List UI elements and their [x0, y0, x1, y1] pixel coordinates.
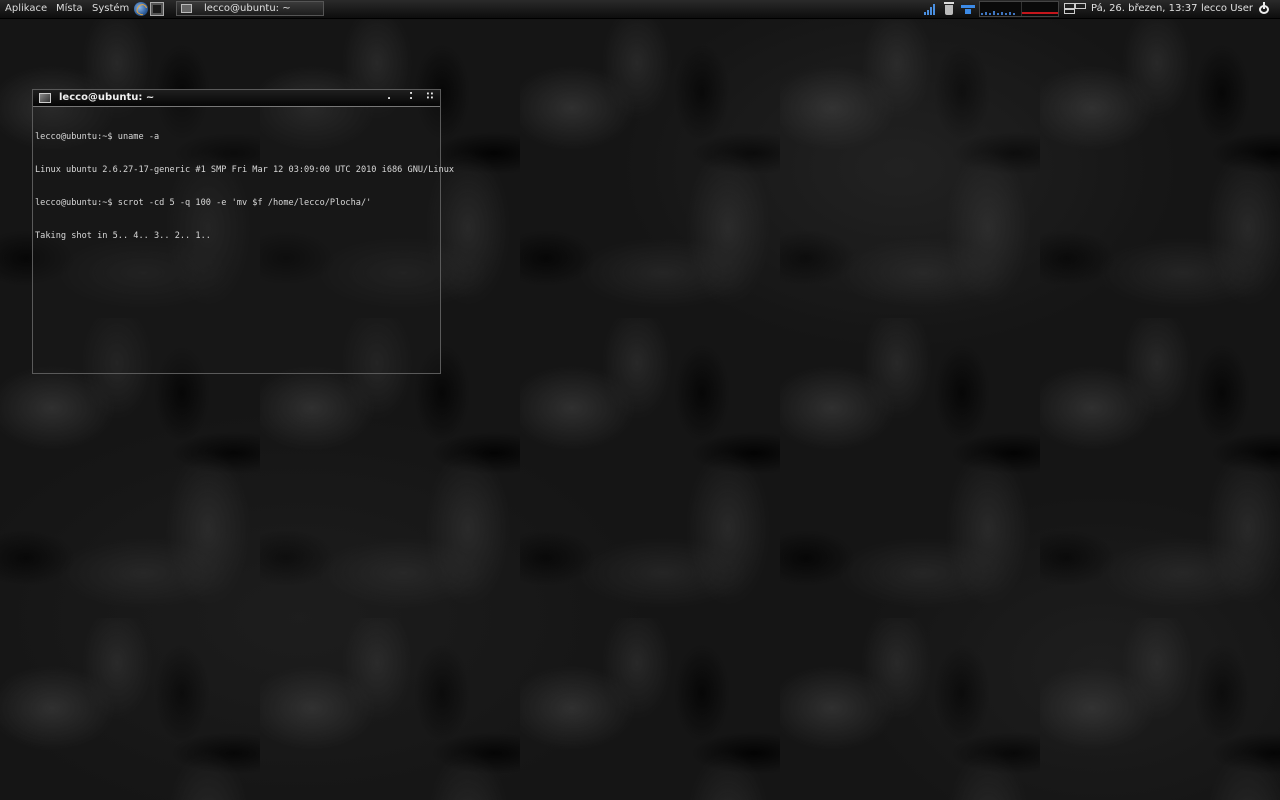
terminal-icon — [39, 93, 51, 103]
terminal-output[interactable]: lecco@ubuntu:~$ uname -a Linux ubuntu 2.… — [35, 110, 455, 264]
window-titlebar[interactable]: lecco@ubuntu: ~ . ⁚ ∷ — [33, 90, 440, 107]
clock[interactable]: Pá, 26. březen, 13:37 — [1091, 0, 1197, 18]
terminal-line: Linux ubuntu 2.6.27-17-generic #1 SMP Fr… — [35, 165, 455, 175]
terminal-line: lecco@ubuntu:~$ uname -a — [35, 132, 160, 142]
menu-system[interactable]: Systém — [92, 0, 129, 18]
terminal-icon — [181, 4, 192, 13]
user-menu[interactable]: lecco User — [1201, 0, 1253, 18]
menu-applications[interactable]: Aplikace — [5, 0, 47, 18]
close-button[interactable]: ∷ — [422, 90, 438, 106]
menu-places[interactable]: Místa — [56, 0, 83, 18]
taskbar-item-label: lecco@ubuntu: ~ — [204, 3, 291, 14]
network-icon[interactable] — [961, 3, 975, 15]
maximize-button[interactable]: ⁚ — [403, 90, 419, 106]
load-graph[interactable] — [979, 1, 1059, 17]
workspace-switcher-icon[interactable] — [1064, 3, 1086, 14]
terminal-window[interactable]: lecco@ubuntu: ~ . ⁚ ∷ lecco@ubuntu:~$ un… — [32, 89, 455, 374]
top-panel: Aplikace Místa Systém lecco@ubuntu: ~ Pá… — [0, 0, 1280, 19]
window-title: lecco@ubuntu: ~ — [59, 92, 155, 103]
terminal-line: Taking shot in 5.. 4.. 3.. 2.. 1.. — [35, 231, 211, 241]
terminal-icon[interactable] — [150, 2, 164, 16]
trash-icon[interactable] — [944, 2, 954, 15]
power-icon[interactable] — [1258, 2, 1270, 15]
terminal-line: lecco@ubuntu:~$ scrot -cd 5 -q 100 -e 'm… — [35, 198, 372, 208]
minimize-button[interactable]: . — [381, 90, 397, 106]
taskbar-item-terminal[interactable]: lecco@ubuntu: ~ — [176, 1, 324, 16]
signal-icon[interactable] — [924, 3, 937, 15]
browser-icon[interactable] — [134, 2, 148, 16]
